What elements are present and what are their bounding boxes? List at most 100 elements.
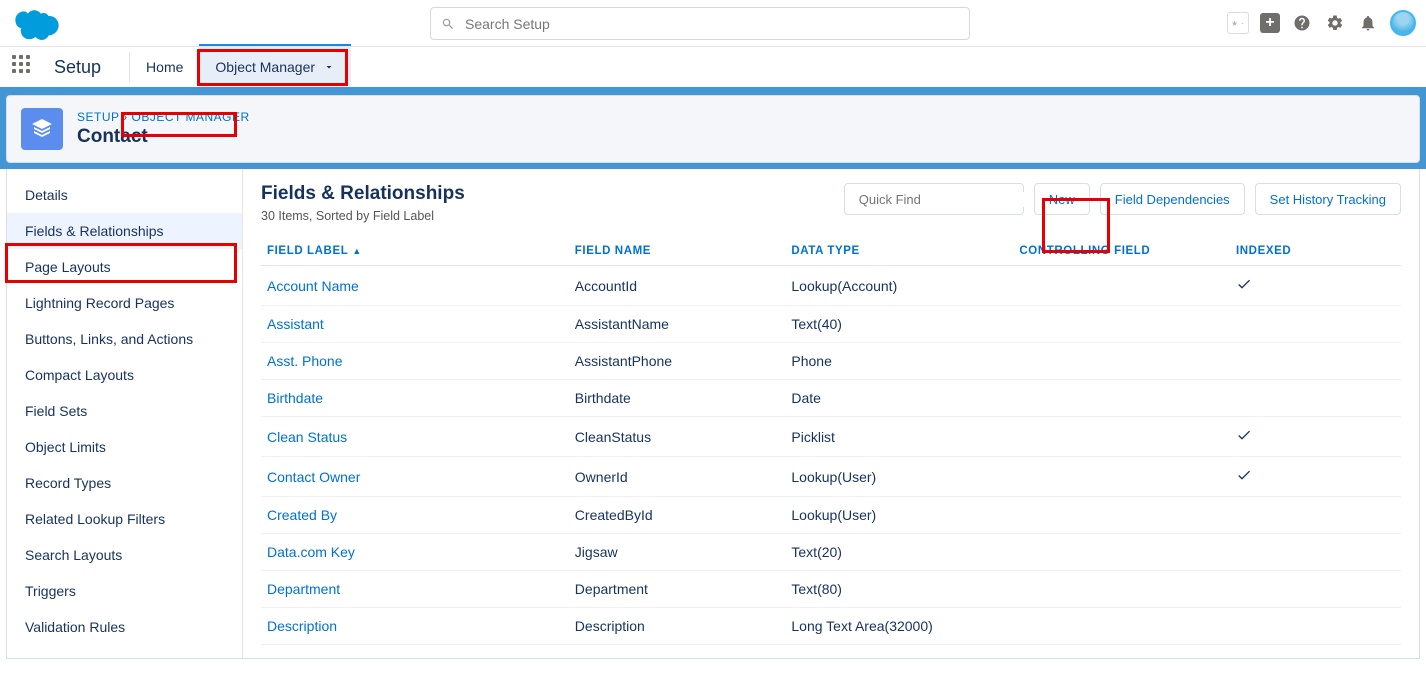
col-field-name[interactable]: FIELD NAME [569, 237, 786, 266]
page-header-band: SETUP › OBJECT MANAGER Contact [0, 87, 1426, 169]
field-label-link[interactable]: Contact Owner [261, 457, 569, 497]
col-data-type[interactable]: DATA TYPE [785, 237, 1013, 266]
sidebar-item-buttons-links-and-actions[interactable]: Buttons, Links, and Actions [7, 321, 242, 357]
controlling-field-cell [1013, 457, 1230, 497]
global-search-input[interactable] [465, 16, 959, 32]
data-type-cell: Lookup(User) [785, 457, 1013, 497]
breadcrumb-setup: SETUP [77, 110, 119, 124]
page-title: Contact [77, 126, 250, 148]
table-row: DepartmentDepartmentText(80) [261, 571, 1401, 608]
sidebar-item-lightning-record-pages[interactable]: Lightning Record Pages [7, 285, 242, 321]
data-type-cell: Phone [785, 343, 1013, 380]
field-label-link[interactable]: Account Name [261, 266, 569, 306]
field-name-cell: CleanStatus [569, 417, 786, 457]
star-icon [1231, 17, 1238, 30]
table-row: BirthdateBirthdateDate [261, 380, 1401, 417]
search-icon [441, 17, 455, 31]
indexed-cell [1230, 380, 1401, 417]
controlling-field-cell [1013, 266, 1230, 306]
new-button[interactable]: New [1034, 183, 1090, 215]
breadcrumb-object-manager[interactable]: OBJECT MANAGER [131, 110, 249, 124]
nav-home[interactable]: Home [130, 47, 199, 87]
user-avatar[interactable] [1390, 10, 1416, 36]
field-label-link[interactable]: Do Not Call [261, 645, 569, 659]
sort-caret-icon: ▲ [352, 246, 362, 256]
field-name-cell: Birthdate [569, 380, 786, 417]
field-label-link[interactable]: Description [261, 608, 569, 645]
content-title: Fields & Relationships [261, 183, 465, 205]
field-name-cell: Jigsaw [569, 534, 786, 571]
content: Fields & Relationships 30 Items, Sorted … [243, 169, 1419, 658]
quick-find-box[interactable] [844, 183, 1024, 215]
field-name-cell: AssistantPhone [569, 343, 786, 380]
controlling-field-cell [1013, 534, 1230, 571]
page-header: SETUP › OBJECT MANAGER Contact [6, 95, 1420, 163]
data-type-cell: Text(40) [785, 306, 1013, 343]
col-field-label[interactable]: FIELD LABEL▲ [261, 237, 569, 266]
field-name-cell: Department [569, 571, 786, 608]
controlling-field-cell [1013, 645, 1230, 659]
controlling-field-cell [1013, 571, 1230, 608]
data-type-cell: Checkbox [785, 645, 1013, 659]
field-dependencies-button[interactable]: Field Dependencies [1100, 183, 1245, 215]
field-name-cell: AccountId [569, 266, 786, 306]
data-type-cell: Long Text Area(32000) [785, 608, 1013, 645]
layers-icon [30, 117, 54, 141]
indexed-cell [1230, 457, 1401, 497]
help-button[interactable] [1291, 12, 1313, 34]
controlling-field-cell [1013, 343, 1230, 380]
salesforce-logo-icon [12, 6, 62, 40]
sidebar-item-compact-layouts[interactable]: Compact Layouts [7, 357, 242, 393]
field-label-link[interactable]: Clean Status [261, 417, 569, 457]
sidebar-item-fields-relationships[interactable]: Fields & Relationships [7, 213, 242, 249]
top-bar: + [0, 0, 1426, 47]
set-history-tracking-button[interactable]: Set History Tracking [1255, 183, 1401, 215]
topbar-utilities: + [1227, 10, 1416, 36]
field-label-link[interactable]: Asst. Phone [261, 343, 569, 380]
indexed-cell [1230, 306, 1401, 343]
table-row: Data.com KeyJigsawText(20) [261, 534, 1401, 571]
col-indexed[interactable]: INDEXED [1230, 237, 1401, 266]
sidebar-item-object-limits[interactable]: Object Limits [7, 429, 242, 465]
sidebar-item-field-sets[interactable]: Field Sets [7, 393, 242, 429]
nav-title: Setup [54, 57, 101, 78]
field-label-link[interactable]: Department [261, 571, 569, 608]
favorites-button[interactable] [1227, 12, 1249, 34]
sidebar-item-search-layouts[interactable]: Search Layouts [7, 537, 242, 573]
nav-object-manager-label: Object Manager [215, 59, 315, 75]
controlling-field-cell [1013, 306, 1230, 343]
field-name-cell: OwnerId [569, 457, 786, 497]
table-row: Asst. PhoneAssistantPhonePhone [261, 343, 1401, 380]
setup-gear-button[interactable] [1324, 12, 1346, 34]
data-type-cell: Date [785, 380, 1013, 417]
sidebar: DetailsFields & RelationshipsPage Layout… [7, 169, 243, 658]
controlling-field-cell [1013, 497, 1230, 534]
sidebar-item-page-layouts[interactable]: Page Layouts [7, 249, 242, 285]
sidebar-item-record-types[interactable]: Record Types [7, 465, 242, 501]
notifications-button[interactable] [1357, 12, 1379, 34]
content-subtitle: 30 Items, Sorted by Field Label [261, 209, 465, 223]
field-name-cell: CreatedById [569, 497, 786, 534]
controlling-field-cell [1013, 380, 1230, 417]
app-launcher-icon[interactable] [12, 55, 36, 79]
controlling-field-cell [1013, 608, 1230, 645]
sidebar-item-triggers[interactable]: Triggers [7, 573, 242, 609]
indexed-cell [1230, 417, 1401, 457]
field-name-cell: AssistantName [569, 306, 786, 343]
nav-object-manager[interactable]: Object Manager [199, 44, 351, 87]
chevron-down-icon [323, 61, 335, 73]
data-type-cell: Lookup(User) [785, 497, 1013, 534]
field-label-link[interactable]: Birthdate [261, 380, 569, 417]
field-label-link[interactable]: Data.com Key [261, 534, 569, 571]
gear-icon [1326, 14, 1344, 32]
sidebar-item-details[interactable]: Details [7, 177, 242, 213]
add-button[interactable]: + [1260, 13, 1280, 33]
col-controlling-field[interactable]: CONTROLLING FIELD [1013, 237, 1230, 266]
field-label-link[interactable]: Assistant [261, 306, 569, 343]
content-actions: New Field Dependencies Set History Track… [844, 183, 1401, 215]
global-search[interactable] [430, 7, 970, 40]
sidebar-item-validation-rules[interactable]: Validation Rules [7, 609, 242, 645]
field-label-link[interactable]: Created By [261, 497, 569, 534]
sidebar-item-related-lookup-filters[interactable]: Related Lookup Filters [7, 501, 242, 537]
quick-find-input[interactable] [859, 192, 1035, 207]
